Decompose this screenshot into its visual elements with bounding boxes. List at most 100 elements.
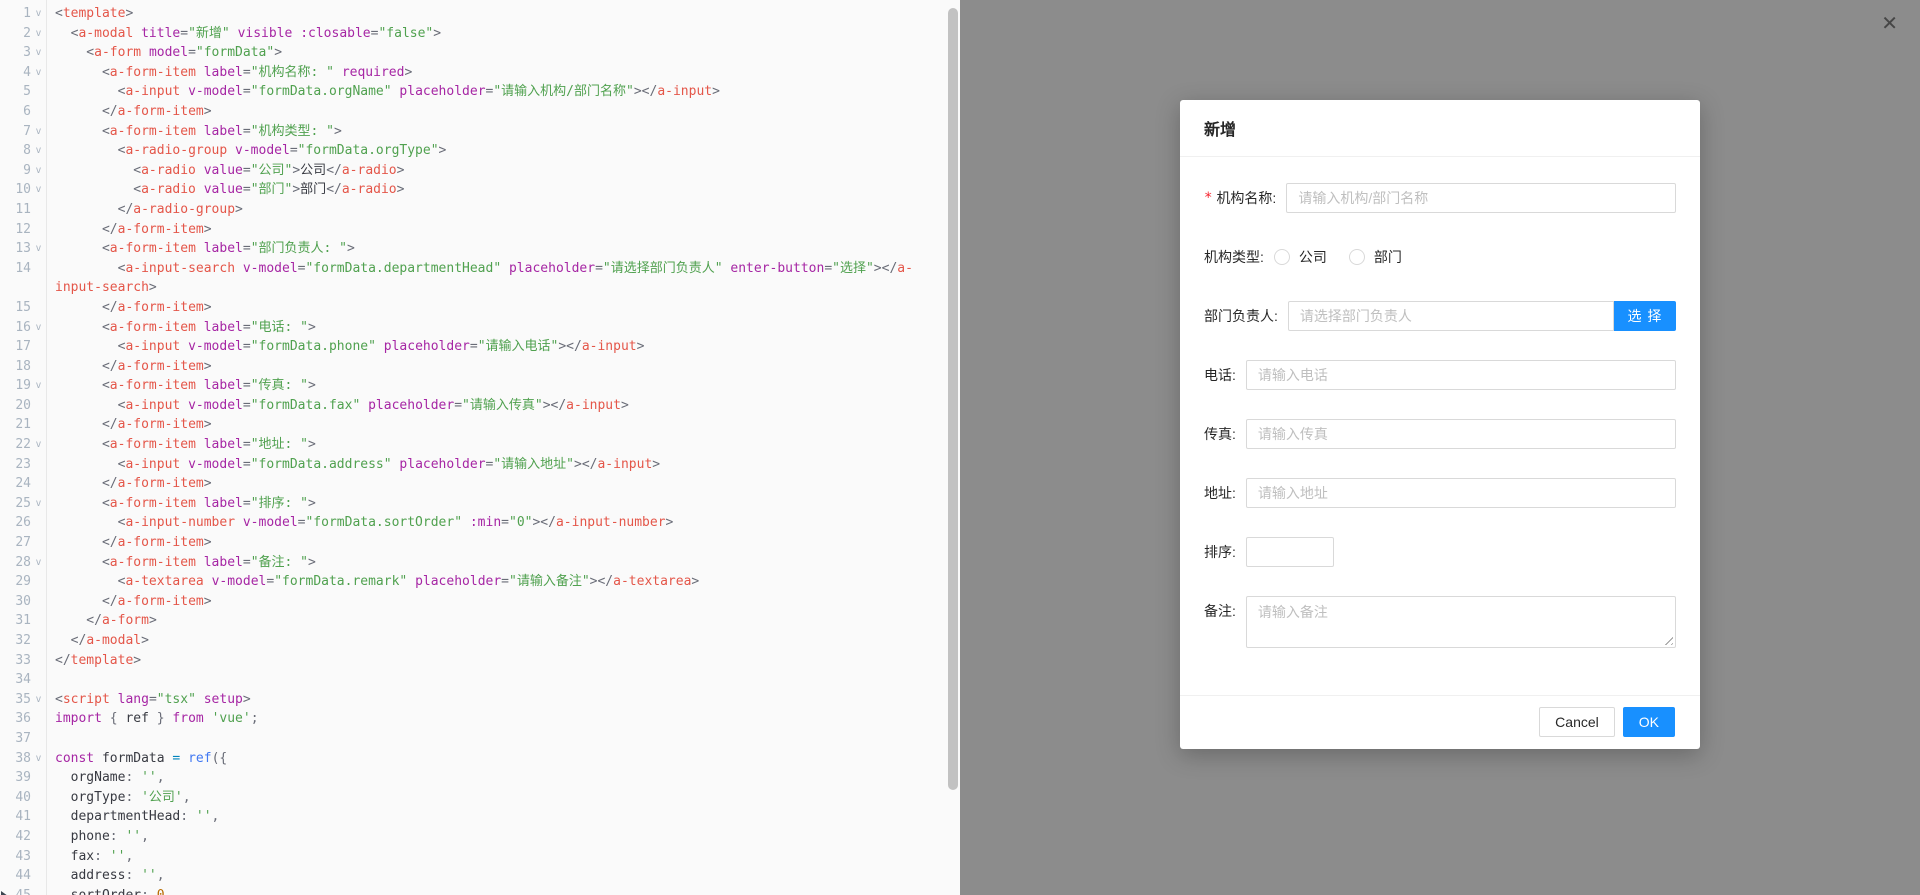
code-line: 36import { ref } from 'vue'; bbox=[0, 709, 960, 729]
fold-chevron-icon[interactable]: v bbox=[31, 161, 46, 181]
line-number: 28 bbox=[3, 553, 31, 573]
line-number: 40 bbox=[3, 788, 31, 808]
radio-circle-icon[interactable] bbox=[1274, 249, 1290, 265]
fold-spacer bbox=[31, 592, 46, 612]
code-line: 33</template> bbox=[0, 651, 960, 671]
phone-label: 电话: bbox=[1204, 365, 1236, 385]
gutter: 19v bbox=[0, 376, 46, 396]
line-number: 38 bbox=[3, 749, 31, 769]
code-line: 8v <a-radio-group v-model="formData.orgT… bbox=[0, 141, 960, 161]
fold-chevron-icon[interactable]: v bbox=[31, 4, 46, 24]
editor-scrollbar-thumb[interactable] bbox=[948, 8, 958, 790]
line-number: 35 bbox=[3, 690, 31, 710]
modal-header: 新增 bbox=[1180, 100, 1700, 157]
fold-spacer bbox=[31, 455, 46, 475]
fold-chevron-icon[interactable]: v bbox=[31, 494, 46, 514]
select-button[interactable]: 选 择 bbox=[1614, 301, 1676, 331]
gutter: 31 bbox=[0, 611, 46, 631]
code-line: 29 <a-textarea v-model="formData.remark"… bbox=[0, 572, 960, 592]
code-text: </template> bbox=[46, 651, 141, 671]
org-name-input[interactable] bbox=[1286, 183, 1676, 213]
ok-button[interactable]: OK bbox=[1623, 707, 1675, 737]
code-line: 23 <a-input v-model="formData.address" p… bbox=[0, 455, 960, 475]
department-head-label: 部门负责人: bbox=[1204, 306, 1278, 326]
code-line: 35v<script lang="tsx" setup> bbox=[0, 690, 960, 710]
fax-input[interactable] bbox=[1246, 419, 1676, 449]
fold-chevron-icon[interactable]: v bbox=[31, 690, 46, 710]
line-number: 6 bbox=[3, 102, 31, 122]
code-line: 38vconst formData = ref({ bbox=[0, 749, 960, 769]
code-text: <a-form-item label="备注: "> bbox=[46, 553, 316, 573]
gutter bbox=[0, 278, 46, 298]
fold-spacer bbox=[31, 200, 46, 220]
fold-chevron-icon[interactable]: v bbox=[31, 180, 46, 200]
fold-spacer bbox=[31, 611, 46, 631]
form-item-address: 地址: bbox=[1204, 478, 1676, 508]
form-item-org-name: * 机构名称: bbox=[1204, 183, 1676, 213]
radio-circle-icon[interactable] bbox=[1349, 249, 1365, 265]
radio-department[interactable]: 部门 bbox=[1349, 247, 1402, 267]
fold-chevron-icon[interactable]: v bbox=[31, 553, 46, 573]
phone-input[interactable] bbox=[1246, 360, 1676, 390]
code-text: <a-radio value="公司">公司</a-radio> bbox=[46, 161, 404, 181]
fold-chevron-icon[interactable]: v bbox=[31, 24, 46, 44]
code-line: 14 <a-input-search v-model="formData.dep… bbox=[0, 259, 960, 279]
fold-chevron-icon[interactable]: v bbox=[31, 63, 46, 83]
fold-chevron-icon[interactable]: v bbox=[31, 318, 46, 338]
fold-chevron-icon[interactable]: v bbox=[31, 122, 46, 142]
code-text: <a-input v-model="formData.phone" placeh… bbox=[46, 337, 644, 357]
line-number: 41 bbox=[3, 807, 31, 827]
code-text: </a-form-item> bbox=[46, 357, 212, 377]
fold-chevron-icon[interactable]: v bbox=[31, 749, 46, 769]
fold-chevron-icon[interactable]: v bbox=[31, 376, 46, 396]
department-head-input[interactable] bbox=[1288, 301, 1614, 331]
address-input[interactable] bbox=[1246, 478, 1676, 508]
fold-spacer bbox=[31, 82, 46, 102]
remark-textarea[interactable] bbox=[1246, 596, 1676, 648]
line-number: 4 bbox=[3, 63, 31, 83]
preview-pane: ✕ 新增 * 机构名称: 机构类型: 公司 bbox=[960, 0, 1920, 895]
form-item-remark: 备注: bbox=[1204, 596, 1676, 648]
fold-spacer bbox=[31, 651, 46, 671]
code-text: <a-radio value="部门">部门</a-radio> bbox=[46, 180, 404, 200]
fold-chevron-icon[interactable]: v bbox=[31, 141, 46, 161]
gutter: 41 bbox=[0, 807, 46, 827]
required-asterisk: * bbox=[1204, 190, 1212, 206]
code-text: orgName: '', bbox=[46, 768, 165, 788]
line-number: 37 bbox=[3, 729, 31, 749]
code-text: <a-modal title="新增" visible :closable="f… bbox=[46, 24, 441, 44]
line-number bbox=[3, 278, 31, 298]
code-text: </a-form-item> bbox=[46, 474, 212, 494]
fold-spacer bbox=[31, 866, 46, 886]
gutter: 23 bbox=[0, 455, 46, 475]
fold-spacer bbox=[31, 670, 46, 690]
line-number: 15 bbox=[3, 298, 31, 318]
line-number: 30 bbox=[3, 592, 31, 612]
gutter: 1v bbox=[0, 4, 46, 24]
sort-order-input[interactable] bbox=[1246, 537, 1334, 567]
line-number: 19 bbox=[3, 376, 31, 396]
radio-company[interactable]: 公司 bbox=[1274, 247, 1327, 267]
code-line: 2v <a-modal title="新增" visible :closable… bbox=[0, 24, 960, 44]
line-number: 34 bbox=[3, 670, 31, 690]
gutter: 4v bbox=[0, 63, 46, 83]
line-number: 5 bbox=[3, 82, 31, 102]
fold-spacer bbox=[31, 533, 46, 553]
line-number: 9 bbox=[3, 161, 31, 181]
cancel-button[interactable]: Cancel bbox=[1539, 707, 1615, 737]
fold-chevron-icon[interactable]: v bbox=[31, 43, 46, 63]
radio-department-label: 部门 bbox=[1374, 247, 1402, 267]
code-line: 9v <a-radio value="公司">公司</a-radio> bbox=[0, 161, 960, 181]
gutter: 28v bbox=[0, 553, 46, 573]
fold-chevron-icon[interactable]: v bbox=[31, 239, 46, 259]
gutter: 17 bbox=[0, 337, 46, 357]
code-editor[interactable]: 1v<template>2v <a-modal title="新增" visib… bbox=[0, 0, 960, 895]
line-number: 21 bbox=[3, 415, 31, 435]
close-icon[interactable]: ✕ bbox=[1881, 14, 1898, 34]
line-number: 10 bbox=[3, 180, 31, 200]
code-area: 1v<template>2v <a-modal title="新增" visib… bbox=[0, 4, 960, 895]
code-line: 18 </a-form-item> bbox=[0, 357, 960, 377]
code-text: </a-form> bbox=[46, 611, 157, 631]
fold-chevron-icon[interactable]: v bbox=[31, 435, 46, 455]
line-number: 2 bbox=[3, 24, 31, 44]
